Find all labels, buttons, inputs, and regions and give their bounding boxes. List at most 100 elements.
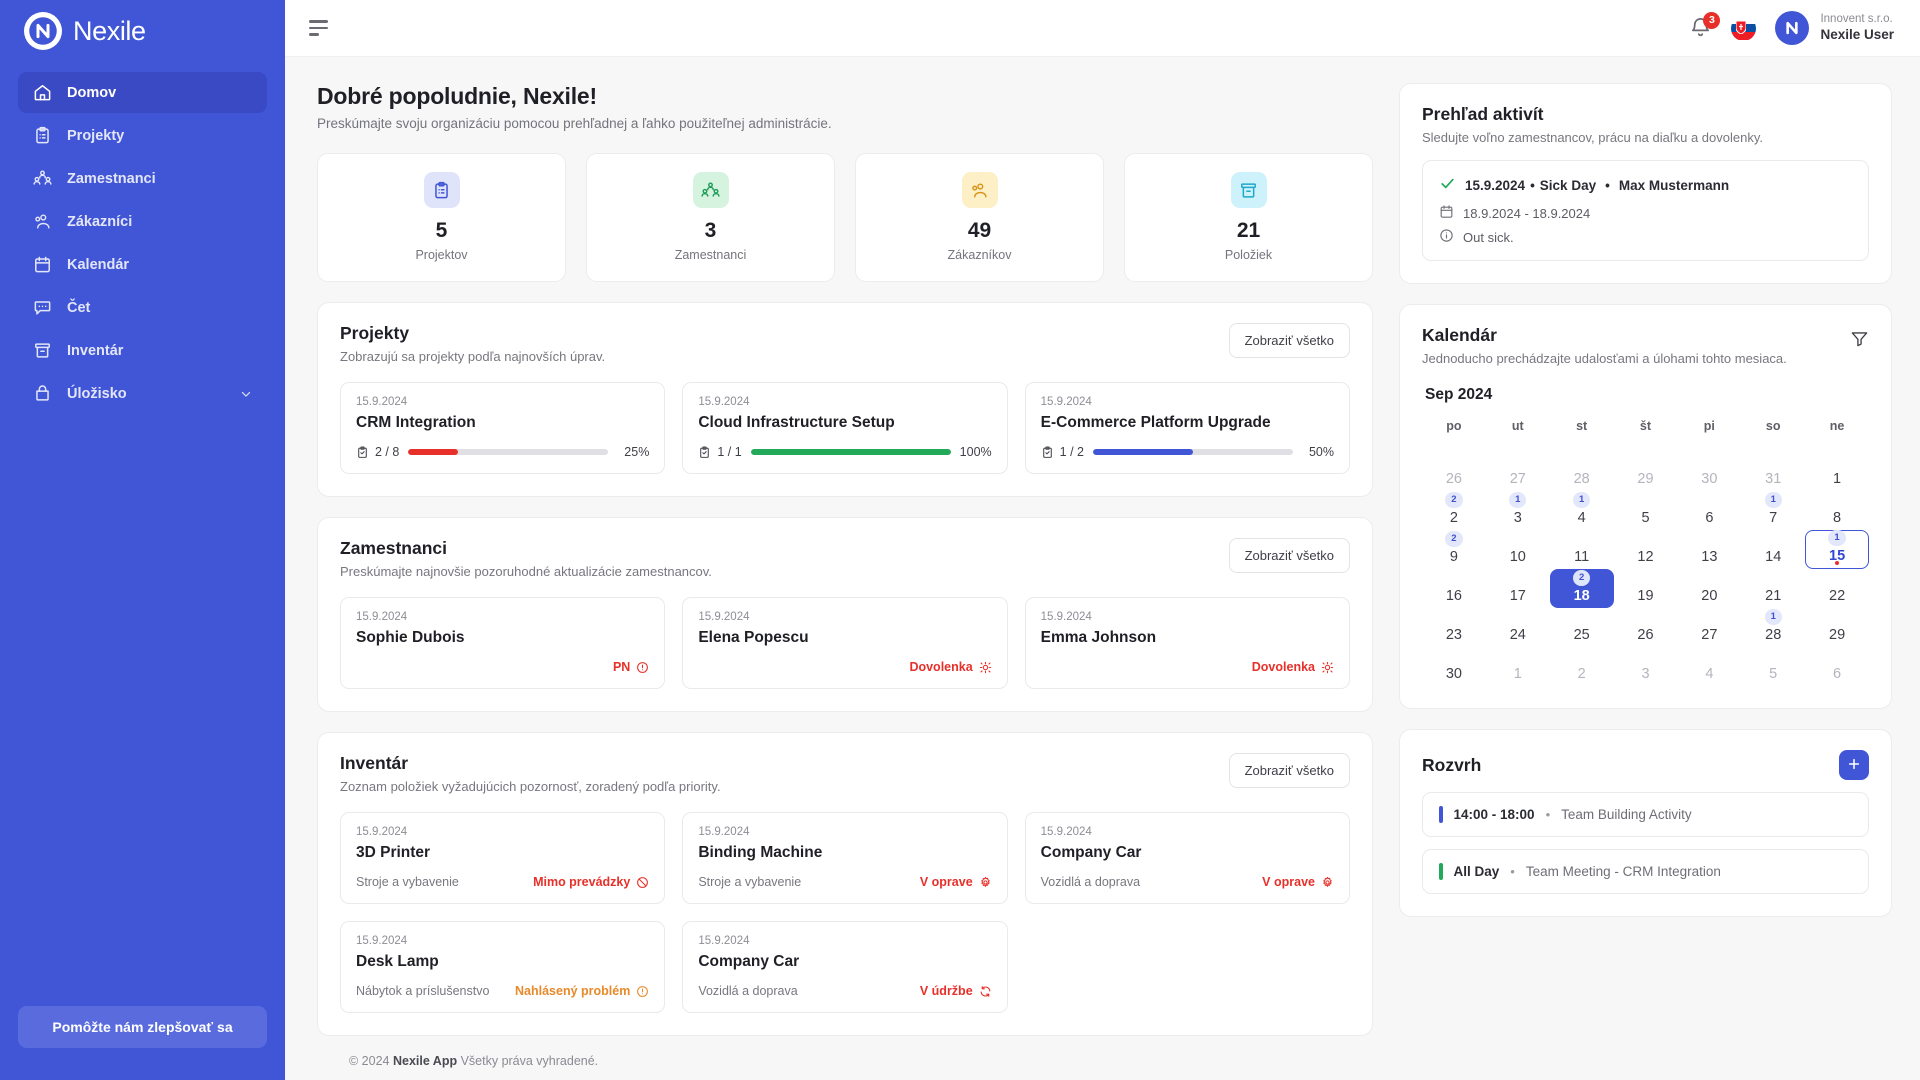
users-group-icon <box>32 168 53 189</box>
calendar-day-18[interactable]: 2 18 <box>1549 569 1614 608</box>
stat-card-projects[interactable]: 5 Projektov <box>317 153 566 282</box>
calendar-day-16[interactable]: 16 <box>1422 569 1486 608</box>
hamburger-menu-icon[interactable] <box>309 20 331 36</box>
user-menu[interactable]: Innovent s.r.o. Nexile User <box>1775 11 1894 45</box>
calendar-day-3[interactable]: 3 <box>1614 647 1678 686</box>
calendar-day-30[interactable]: 30 <box>1677 452 1741 491</box>
inventory-card[interactable]: 15.9.2024 Company Car Vozidlá a doprava … <box>682 921 1008 1013</box>
calendar-day-30[interactable]: 30 <box>1422 647 1486 686</box>
schedule-item[interactable]: 14:00 - 18:00 • Team Building Activity <box>1422 792 1869 837</box>
filter-icon[interactable] <box>1850 325 1869 351</box>
calendar-day-21[interactable]: 21 <box>1741 569 1805 608</box>
calendar-day-1[interactable]: 1 <box>1486 647 1550 686</box>
inventory-name: Binding Machine <box>698 844 823 861</box>
calendar-day-25[interactable]: 25 <box>1550 608 1614 647</box>
sidebar-item-inventar[interactable]: Inventár <box>18 330 267 371</box>
calendar-day-6[interactable]: 6 <box>1677 491 1741 530</box>
sidebar-item-kalendar[interactable]: Kalendár <box>18 244 267 285</box>
calendar-day-28[interactable]: 28 <box>1550 452 1614 491</box>
calendar-day-26[interactable]: 26 <box>1614 608 1678 647</box>
inventory-show-all-button[interactable]: Zobraziť všetko <box>1228 753 1350 788</box>
calendar-day-9[interactable]: 29 <box>1422 530 1486 569</box>
sidebar-item-zamestnanci[interactable]: Zamestnanci <box>18 158 267 199</box>
brand[interactable]: Nexile <box>0 0 285 62</box>
inventory-card[interactable]: 15.9.2024 Company Car Vozidlá a doprava … <box>1024 812 1350 904</box>
projects-show-all-button[interactable]: Zobraziť všetko <box>1228 323 1350 358</box>
inventory-category: Stroje a vybavenie <box>356 875 459 889</box>
sidebar-item-ulozisko[interactable]: Úložisko <box>18 373 267 414</box>
calendar-day-12[interactable]: 12 <box>1614 530 1678 569</box>
schedule-item[interactable]: All Day • Team Meeting - CRM Integration <box>1422 849 1869 894</box>
add-event-button[interactable] <box>1839 750 1869 780</box>
improve-button[interactable]: Pomôžte nám zlepšovať sa <box>18 1006 267 1048</box>
employee-card[interactable]: 15.9.2024 Emma Johnson Dovolenka <box>1024 597 1350 689</box>
calendar-day-badge: 1 <box>1572 491 1591 508</box>
sidebar-item-domov[interactable]: Domov <box>18 72 267 113</box>
calendar-day-7[interactable]: 17 <box>1741 491 1805 530</box>
calendar-day-23[interactable]: 23 <box>1422 608 1486 647</box>
calendar-day-number: 20 <box>1701 587 1718 604</box>
calendar-day-29[interactable]: 29 <box>1805 608 1869 647</box>
left-column: Dobré popoludnie, Nexile! Preskúmajte sv… <box>317 83 1373 1080</box>
calendar-day-29[interactable]: 29 <box>1614 452 1678 491</box>
activity-type: Sick Day <box>1539 177 1597 193</box>
calendar-day-15[interactable]: 1 15 <box>1805 529 1869 569</box>
slovakia-flag-icon[interactable] <box>1731 15 1757 41</box>
inventory-date: 15.9.2024 <box>356 935 408 947</box>
sidebar-item-projekty[interactable]: Projekty <box>18 115 267 156</box>
calendar-day-4[interactable]: 4 <box>1677 647 1741 686</box>
calendar-day-27[interactable]: 27 <box>1486 452 1550 491</box>
activity-entry[interactable]: 15.9.2024 • Sick Day • Max Mustermann 18… <box>1422 160 1869 261</box>
inventory-status-row: Stroje a vybavenie V oprave <box>698 875 991 889</box>
calendar-day-5[interactable]: 5 <box>1741 647 1805 686</box>
calendar-day-27[interactable]: 27 <box>1677 608 1741 647</box>
calendar-day-5[interactable]: 5 <box>1614 491 1678 530</box>
sidebar-item-cet[interactable]: Čet <box>18 287 267 328</box>
clipboard-check-icon <box>358 446 367 458</box>
stat-value: 5 <box>435 219 448 242</box>
calendar-day-13[interactable]: 13 <box>1677 530 1741 569</box>
stat-card-employees[interactable]: 3 Zamestnanci <box>586 153 835 282</box>
sidebar-item-label: Projekty <box>67 127 125 144</box>
employee-card[interactable]: 15.9.2024 Sophie Dubois PN <box>340 597 666 689</box>
ban-icon <box>637 876 649 888</box>
calendar-day-3[interactable]: 13 <box>1486 491 1550 530</box>
project-card[interactable]: 15.9.2024 E-Commerce Platform Upgrade 1 … <box>1024 382 1350 474</box>
calendar-day-22[interactable]: 22 <box>1805 569 1869 608</box>
calendar-day-28[interactable]: 1 28 <box>1741 608 1805 647</box>
calendar-day-11[interactable]: 11 <box>1550 530 1614 569</box>
project-card[interactable]: 15.9.2024 Cloud Infrastructure Setup 1 /… <box>682 382 1008 474</box>
stat-card-items[interactable]: 21 Položiek <box>1124 153 1373 282</box>
calendar-day-17[interactable]: 17 <box>1486 569 1550 608</box>
gear-icon <box>980 876 990 887</box>
stat-card-customers[interactable]: 49 Zákazníkov <box>855 153 1104 282</box>
calendar-day-4[interactable]: 14 <box>1550 491 1614 530</box>
project-card[interactable]: 15.9.2024 CRM Integration 2 / 8 25% <box>340 382 666 474</box>
inventory-name: Company Car <box>1040 844 1142 861</box>
calendar-day-19[interactable]: 19 <box>1614 569 1678 608</box>
inventory-card[interactable]: 15.9.2024 Binding Machine Stroje a vybav… <box>682 812 1008 904</box>
employees-show-all-button[interactable]: Zobraziť všetko <box>1228 538 1350 573</box>
calendar-day-14[interactable]: 14 <box>1741 530 1805 569</box>
employee-card[interactable]: 15.9.2024 Elena Popescu Dovolenka <box>682 597 1008 689</box>
notifications-button[interactable]: 3 <box>1689 11 1721 41</box>
calendar-day-26[interactable]: 26 <box>1422 452 1486 491</box>
calendar-day-24[interactable]: 24 <box>1486 608 1550 647</box>
calendar-day-2[interactable]: 22 <box>1422 491 1486 530</box>
calendar-day-8[interactable]: 8 <box>1805 491 1869 530</box>
calendar-day-20[interactable]: 20 <box>1677 569 1741 608</box>
inventory-card[interactable]: 15.9.2024 3D Printer Stroje a vybavenie … <box>340 812 666 904</box>
calendar-day-2[interactable]: 2 <box>1550 647 1614 686</box>
inventory-card[interactable]: 15.9.2024 Desk Lamp Nábytok a príslušens… <box>340 921 666 1013</box>
chevron-down-icon[interactable] <box>239 387 253 401</box>
sidebar-item-zakaznici[interactable]: Zákazníci <box>18 201 267 242</box>
calendar-day-1[interactable]: 1 <box>1805 452 1869 491</box>
calendar-day-31[interactable]: 31 <box>1741 452 1805 491</box>
calendar-day-badge: 1 <box>1764 608 1782 625</box>
activity-panel: Prehľad aktivít Sledujte voľno zamestnan… <box>1399 83 1892 284</box>
calendar-day-number: 30 <box>1445 665 1462 682</box>
calendar-day-10[interactable]: 10 <box>1486 530 1550 569</box>
calendar-day-6[interactable]: 6 <box>1805 647 1869 686</box>
projects-title: Projekty <box>340 323 410 343</box>
project-name: Cloud Infrastructure Setup <box>698 414 895 431</box>
